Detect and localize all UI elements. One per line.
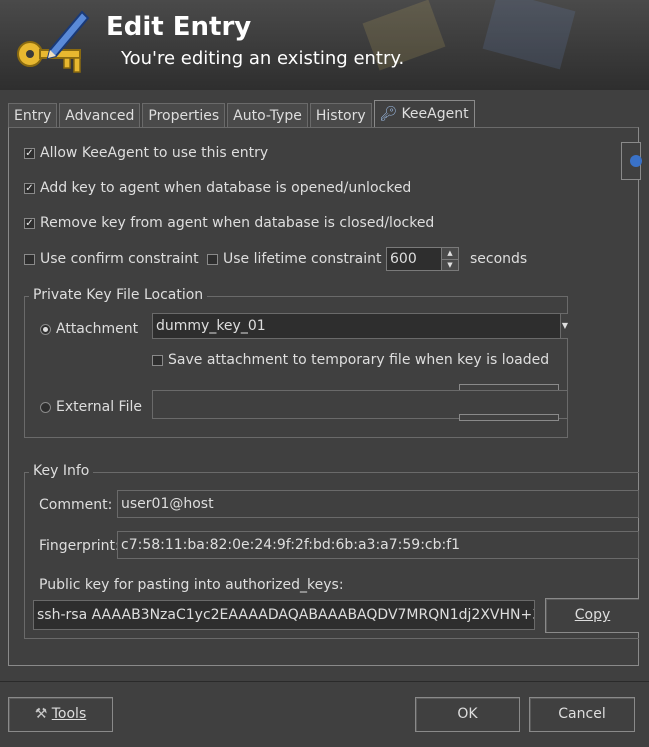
save-temp-checkbox[interactable] [152,354,163,366]
cancel-button[interactable]: Cancel [529,697,635,732]
attachment-select[interactable]: dummy_key_01 [152,313,568,339]
tab-advanced[interactable]: Advanced [59,103,141,128]
save-temp-label: Save attachment to temporary file when k… [168,352,550,368]
attachment-option[interactable]: Attachment [40,321,138,337]
fingerprint-label: Fingerprint: [39,538,120,554]
seconds-label: seconds [470,251,528,267]
remove-key-label: Remove key from agent when database is c… [40,215,435,231]
allow-keeagent-option[interactable]: ✓ Allow KeeAgent to use this entry [24,145,268,161]
fingerprint-value: c7:58:11:ba:82:0e:24:9f:2f:bd:6b:a3:a7:5… [121,537,461,553]
external-file-label: External File [56,399,142,415]
private-key-group-label: Private Key File Location [29,287,208,303]
tab-entry[interactable]: Entry [8,103,58,128]
tools-button[interactable]: ⚒︎ Tools [8,697,113,732]
confirm-constraint-label: Use confirm constraint [40,251,199,267]
copy-button[interactable]: Copy [545,598,639,633]
attachment-value: dummy_key_01 [156,318,266,334]
remove-key-option[interactable]: ✓ Remove key from agent when database is… [24,215,434,231]
fingerprint-field[interactable]: c7:58:11:ba:82:0e:24:9f:2f:bd:6b:a3:a7:5… [117,531,639,559]
dialog-subtitle: You're editing an existing entry. [121,48,405,69]
tab-properties[interactable]: Properties [142,103,226,128]
save-temp-option[interactable]: Save attachment to temporary file when k… [152,352,549,368]
lifetime-value[interactable]: 600 [387,248,441,270]
confirm-constraint-checkbox[interactable] [24,253,35,265]
public-key-value: ssh-rsa AAAAB3NzaC1yc2EAAAADAQABAAABAQDV… [37,607,535,623]
public-key-row: Public key for pasting into authorized_k… [39,577,344,593]
external-file-radio[interactable] [40,401,51,413]
lifetime-constraint-checkbox[interactable] [207,253,218,265]
comment-value: user01@host [121,496,214,512]
comment-field[interactable]: user01@host [117,490,639,518]
chevron-down-icon[interactable]: ▼ [560,314,569,338]
fingerprint-row: Fingerprint: [39,538,120,554]
ok-button-label: OK [457,706,478,722]
seconds-unit: seconds [470,251,527,267]
attachment-label: Attachment [56,321,139,337]
globe-icon [630,155,642,167]
banner-decoration-icon [362,0,576,71]
add-key-option[interactable]: ✓ Add key to agent when database is open… [24,180,411,196]
tools-icon: ⚒︎ [34,706,48,722]
tools-button-label: Tools [51,706,87,722]
attachment-radio[interactable] [40,323,51,335]
comment-row: Comment: [39,497,112,513]
external-file-option[interactable]: External File [40,399,142,415]
allow-keeagent-checkbox[interactable]: ✓ [24,147,35,159]
ok-button[interactable]: OK [415,697,520,732]
header-banner: Edit Entry You're editing an existing en… [0,0,649,90]
copy-button-label: Copy [574,607,611,623]
external-browse-button[interactable] [459,414,559,421]
lifetime-constraint-label: Use lifetime constraint [223,251,382,267]
tab-history[interactable]: History [309,103,372,128]
key-icon: 🔑︎ [379,106,398,122]
tab-auto-type-label: Auto-Type [233,108,302,124]
public-key-field[interactable]: ssh-rsa AAAAB3NzaC1yc2EAAAADAQABAAABAQDV… [33,600,535,630]
allow-keeagent-label: Allow KeeAgent to use this entry [40,145,269,161]
lifetime-spinner[interactable]: 600 ▲ ▼ [386,247,459,271]
key-info-group-label: Key Info [29,463,94,479]
edit-key-icon [17,10,90,73]
confirm-constraint-option[interactable]: Use confirm constraint [24,251,199,267]
help-button[interactable] [621,142,642,180]
footer-divider [0,681,649,682]
public-key-label: Public key for pasting into authorized_k… [39,577,344,593]
lifetime-constraint-option[interactable]: Use lifetime constraint [207,251,382,267]
add-key-checkbox[interactable]: ✓ [24,182,35,194]
tab-advanced-label: Advanced [65,108,135,124]
tab-keeagent-label: KeeAgent [401,106,469,122]
tab-keeagent[interactable]: 🔑︎ KeeAgent [373,100,475,127]
add-key-label: Add key to agent when database is opened… [40,180,412,196]
tab-bar: Entry Advanced Properties Auto-Type Hist… [8,100,477,128]
tab-entry-label: Entry [14,108,52,124]
cancel-button-label: Cancel [558,706,606,722]
tab-properties-label: Properties [148,108,220,124]
tab-history-label: History [315,108,366,124]
remove-key-checkbox[interactable]: ✓ [24,217,35,229]
dialog-title: Edit Entry [106,12,252,42]
spin-up-icon[interactable]: ▲ [442,248,458,259]
tab-auto-type[interactable]: Auto-Type [227,103,308,128]
spin-down-icon[interactable]: ▼ [442,258,458,270]
comment-label: Comment: [39,497,113,513]
